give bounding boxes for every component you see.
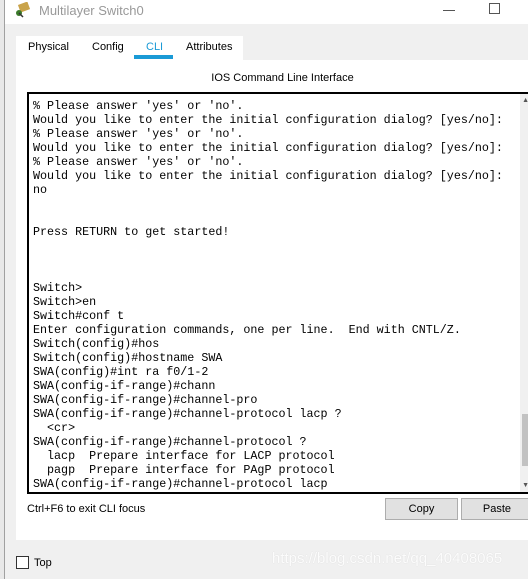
cli-heading: IOS Command Line Interface — [211, 72, 354, 84]
cli-terminal[interactable]: % Please answer 'yes' or 'no'. Would you … — [27, 92, 528, 494]
minimize-button[interactable] — [443, 10, 455, 11]
terminal-line: Switch(config)#hos — [33, 337, 160, 351]
maximize-button[interactable] — [489, 3, 500, 14]
window-title: Multilayer Switch0 — [39, 3, 144, 18]
terminal-line: % Please answer 'yes' or 'no'. — [33, 155, 244, 169]
cli-focus-hint: Ctrl+F6 to exit CLI focus — [27, 503, 146, 515]
background-window-edge — [0, 0, 5, 579]
tab-attributes[interactable]: Attributes — [186, 41, 232, 53]
terminal-line: Switch> — [33, 281, 83, 295]
top-label: Top — [34, 557, 52, 569]
terminal-line: <cr> — [33, 421, 76, 435]
terminal-line: SWA(config-if-range)#channel-pro — [33, 393, 258, 407]
terminal-line: Would you like to enter the initial conf… — [33, 141, 503, 155]
scroll-down-icon[interactable]: ▼ — [522, 482, 528, 489]
terminal-line: Would you like to enter the initial conf… — [33, 169, 503, 183]
tab-physical[interactable]: Physical — [28, 41, 69, 53]
terminal-line: SWA(config-if-range)#channel-protocol la… — [33, 477, 328, 491]
terminal-line: Switch#conf t — [33, 309, 125, 323]
paste-button[interactable]: Paste — [461, 498, 528, 520]
terminal-line: SWA(config-if-range)#channel-protocol ? — [33, 435, 307, 449]
scrollbar-thumb[interactable] — [522, 414, 528, 466]
terminal-line: Enter configuration commands, one per li… — [33, 323, 461, 337]
terminal-line: SWA(config-if-range)#channel-protocol la… — [33, 407, 342, 421]
tab-cli[interactable]: CLI — [146, 41, 163, 53]
terminal-output: % Please answer 'yes' or 'no'. Would you … — [33, 99, 503, 491]
terminal-line: % Please answer 'yes' or 'no'. — [33, 127, 244, 141]
tab-config[interactable]: Config — [92, 41, 124, 53]
terminal-line: Press RETURN to get started! — [33, 225, 230, 239]
terminal-line: Switch>en — [33, 295, 97, 309]
scroll-up-icon[interactable]: ▲ — [522, 97, 528, 104]
terminal-line: Switch(config)#hostname SWA — [33, 351, 223, 365]
terminal-line: no — [33, 183, 48, 197]
terminal-line: % Please answer 'yes' or 'no'. — [33, 99, 244, 113]
terminal-line: Would you like to enter the initial conf… — [33, 113, 503, 127]
title-bar: Multilayer Switch0 — [5, 0, 528, 24]
active-tab-indicator — [134, 55, 173, 59]
router-icon — [16, 2, 30, 18]
terminal-line: lacp Prepare interface for LACP protocol — [33, 449, 335, 463]
terminal-line: SWA(config)#int ra f0/1-2 — [33, 365, 209, 379]
terminal-scrollbar[interactable]: ▲ ▼ — [520, 94, 528, 492]
top-checkbox[interactable] — [16, 556, 29, 569]
tab-bar: Physical Config CLI Attributes — [16, 36, 243, 60]
terminal-line: pagp Prepare interface for PAgP protocol — [33, 463, 335, 477]
terminal-line: SWA(config-if-range)#chann — [33, 379, 216, 393]
copy-button[interactable]: Copy — [385, 498, 458, 520]
watermark: https://blog.csdn.net/qq_40408065 — [272, 550, 503, 567]
